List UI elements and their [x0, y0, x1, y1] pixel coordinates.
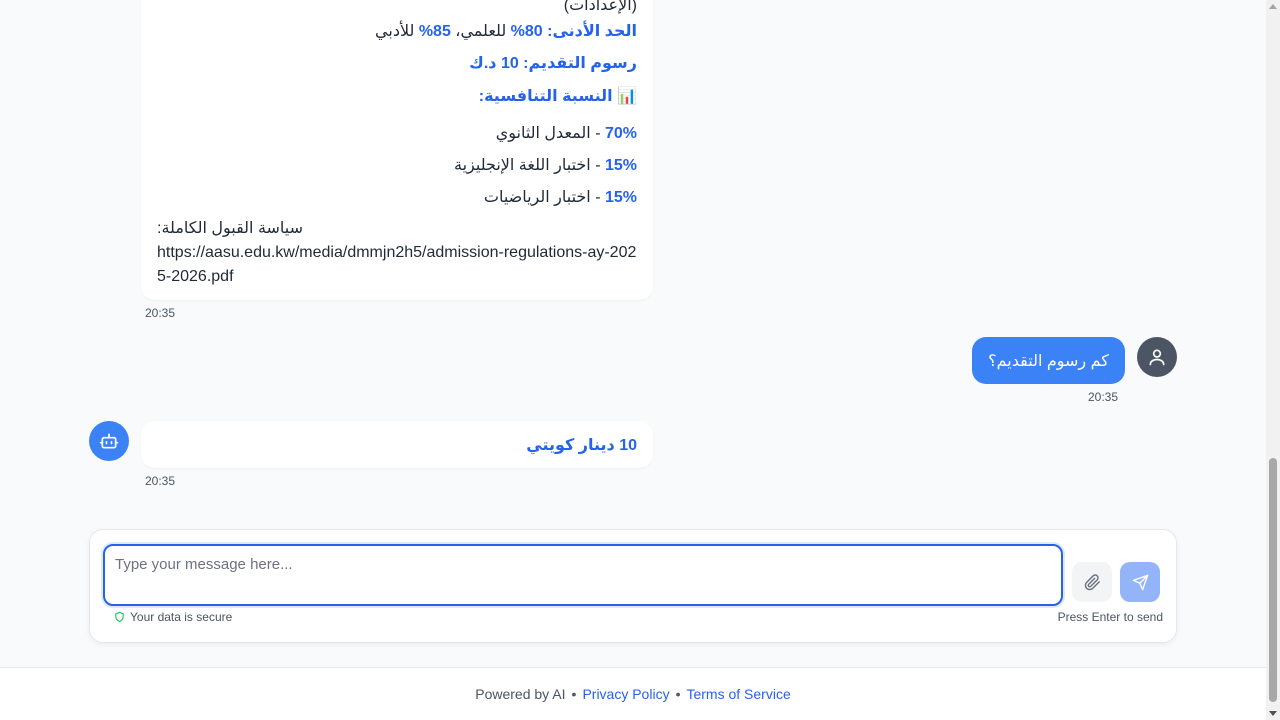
- bot-avatar: [89, 421, 129, 461]
- user-icon: [1149, 349, 1165, 366]
- weight-label: - اختبار اللغة الإنجليزية: [454, 157, 605, 174]
- weight-item: 70% - المعدل الثانوي: [496, 123, 637, 143]
- send-hint: Press Enter to send: [1057, 610, 1163, 624]
- fee-answer-text: 10 دينار كويتي: [526, 437, 637, 454]
- chat-thread: (الإعدادات) الحد الأدنى: 80% للعلمي، 85%…: [0, 0, 1266, 520]
- attach-button[interactable]: [1072, 562, 1112, 602]
- weight-pct: 70%: [604, 125, 637, 142]
- weight-pct: 15%: [604, 189, 637, 206]
- weight-label: - المعدل الثانوي: [495, 125, 605, 142]
- weight-pct: 15%: [604, 157, 637, 174]
- message-timestamp: 20:35: [145, 306, 176, 320]
- message-timestamp: 20:35: [1088, 390, 1119, 404]
- security-text: Your data is secure: [130, 610, 233, 624]
- privacy-policy-link[interactable]: Privacy Policy: [582, 686, 669, 702]
- user-avatar: [1137, 337, 1177, 377]
- minimum-grade-science: للعلمي،: [450, 23, 511, 40]
- minimum-grade-arts-pct: 85%: [418, 23, 451, 40]
- admission-policy-label: سياسة القبول الكاملة:: [157, 220, 304, 237]
- send-button[interactable]: [1120, 562, 1160, 602]
- weight-label: - اختبار الرياضيات: [483, 189, 605, 206]
- send-icon: [1132, 574, 1148, 590]
- weight-item: 15% - اختبار الرياضيات: [484, 187, 637, 207]
- minimum-grade-line: الحد الأدنى: 80% للعلمي، 85% للأدبي: [375, 21, 637, 41]
- weight-item: 15% - اختبار اللغة الإنجليزية: [454, 155, 637, 175]
- competitive-ratio-heading: 📊 النسبة التنافسية:: [479, 86, 637, 106]
- terms-of-service-link[interactable]: Terms of Service: [686, 686, 790, 702]
- scroll-up-arrow-icon[interactable]: [1269, 4, 1277, 9]
- message-timestamp: 20:35: [145, 474, 176, 488]
- message-input[interactable]: [103, 544, 1063, 606]
- security-note: Your data is secure: [114, 610, 232, 624]
- admission-policy-url[interactable]: https://aasu.edu.kw/media/dmmjn2h5/admis…: [157, 241, 637, 289]
- chat-page: (الإعدادات) الحد الأدنى: 80% للعلمي، 85%…: [0, 0, 1280, 720]
- application-fee-line: رسوم التقديم: 10 د.ك: [469, 55, 637, 72]
- scroll-down-arrow-icon[interactable]: [1269, 711, 1277, 716]
- cut-off-line: (الإعدادات): [563, 0, 637, 14]
- message-composer: Your data is secure Press Enter to send: [89, 529, 1177, 643]
- competitive-ratio-title: النسبة التنافسية:: [478, 88, 613, 105]
- scrollbar-thumb[interactable]: [1269, 458, 1277, 702]
- page-footer: Powered by AI • Privacy Policy • Terms o…: [0, 667, 1266, 720]
- footer-separator: •: [571, 686, 577, 702]
- minimum-grade-arts: للأدبي: [375, 23, 419, 40]
- shield-icon: [115, 611, 124, 623]
- bot-message-admission-details: (الإعدادات) الحد الأدنى: 80% للعلمي، 85%…: [141, 0, 653, 300]
- robot-icon: [99, 433, 119, 449]
- admission-policy-block: سياسة القبول الكاملة: https://aasu.edu.k…: [157, 217, 637, 289]
- footer-separator: •: [675, 686, 681, 702]
- bot-message-fee-answer: 10 دينار كويتي: [141, 421, 653, 468]
- scrollbar[interactable]: [1266, 0, 1280, 720]
- minimum-grade-label: الحد الأدنى: 80%: [510, 23, 637, 40]
- chart-emoji-icon: 📊: [617, 88, 637, 105]
- user-message: كم رسوم التقديم؟: [972, 337, 1125, 384]
- paperclip-icon: [1084, 573, 1100, 590]
- powered-by-text: Powered by AI: [475, 686, 566, 702]
